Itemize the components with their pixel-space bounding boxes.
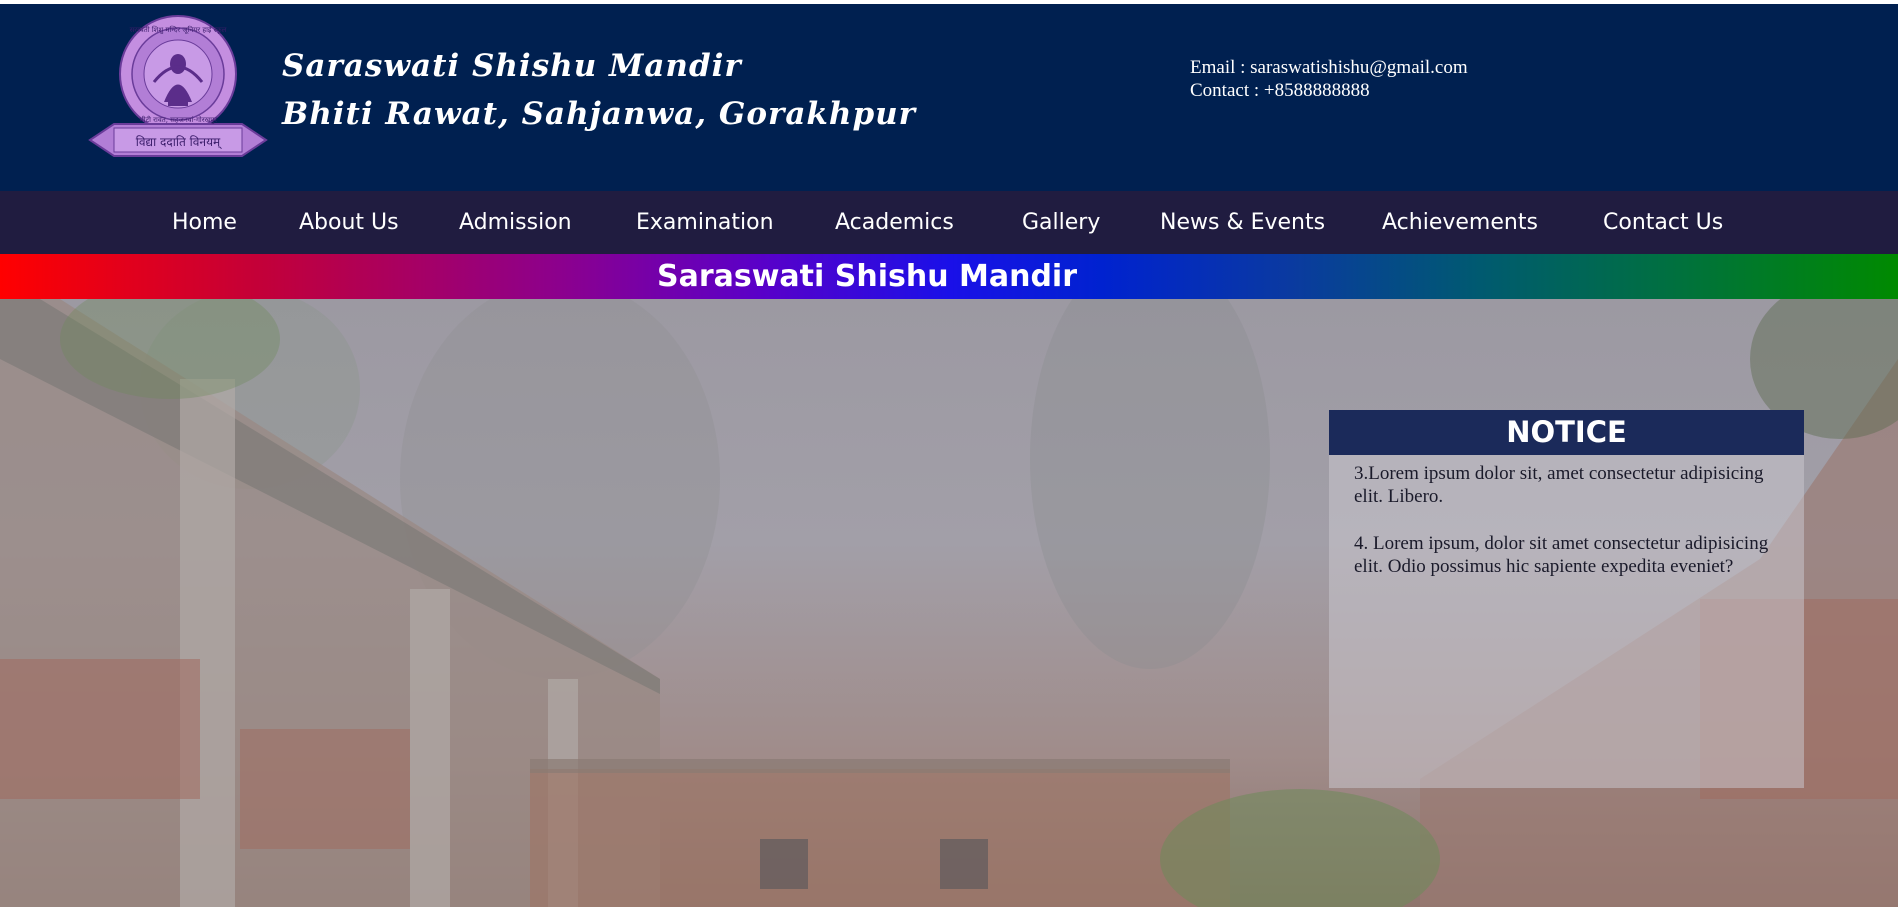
banner-title: Saraswati Shishu Mandir bbox=[656, 259, 1078, 294]
phone-text[interactable]: Contact : +8588888888 bbox=[1190, 79, 1468, 102]
school-name-line1: Saraswati Shishu Mandir bbox=[282, 48, 742, 84]
nav-about-us[interactable]: About Us bbox=[299, 191, 399, 254]
notice-list: 3.Lorem ipsum dolor sit, amet consectetu… bbox=[1354, 462, 1784, 602]
nav-home[interactable]: Home bbox=[172, 191, 237, 254]
logo-bottom-text: भीटी रावत, सहजनवां-गोरखपुर bbox=[139, 115, 217, 124]
contact-info: Email : saraswatishishu@gmail.com Contac… bbox=[1190, 56, 1468, 102]
hero-background: NOTICE 3.Lorem ipsum dolor sit, amet con… bbox=[0, 299, 1898, 907]
nav-achievements[interactable]: Achievements bbox=[1382, 191, 1538, 254]
school-name: Saraswati Shishu Mandir Bhiti Rawat, Sah… bbox=[282, 42, 916, 138]
notice-title: NOTICE bbox=[1329, 410, 1804, 455]
main-nav: Home About Us Admission Examination Acad… bbox=[0, 191, 1898, 254]
school-crest-icon: विद्या ददाति विनयम् सरस्वती शिशु मन्दिर … bbox=[88, 15, 268, 157]
school-logo[interactable]: विद्या ददाति विनयम् सरस्वती शिशु मन्दिर … bbox=[84, 12, 272, 164]
nav-gallery[interactable]: Gallery bbox=[1022, 191, 1100, 254]
school-address-line: Bhiti Rawat, Sahjanwa, Gorakhpur bbox=[282, 96, 916, 132]
notice-item[interactable]: 4. Lorem ipsum, dolor sit amet consectet… bbox=[1354, 532, 1784, 578]
logo-top-text: सरस्वती शिशु मन्दिर जूनियर हाई स्कूल bbox=[130, 25, 227, 34]
nav-admission[interactable]: Admission bbox=[459, 191, 572, 254]
nav-examination[interactable]: Examination bbox=[636, 191, 774, 254]
nav-news-events[interactable]: News & Events bbox=[1160, 191, 1325, 254]
email-text[interactable]: Email : saraswatishishu@gmail.com bbox=[1190, 56, 1468, 79]
logo-motto: विद्या ददाति विनयम् bbox=[136, 135, 222, 150]
notice-panel: NOTICE 3.Lorem ipsum dolor sit, amet con… bbox=[1329, 410, 1804, 788]
nav-contact-us[interactable]: Contact Us bbox=[1603, 191, 1723, 254]
notice-item[interactable]: 3.Lorem ipsum dolor sit, amet consectetu… bbox=[1354, 462, 1784, 508]
nav-academics[interactable]: Academics bbox=[835, 191, 954, 254]
site-header: विद्या ददाति विनयम् सरस्वती शिशु मन्दिर … bbox=[0, 4, 1898, 191]
title-banner: Saraswati Shishu Mandir bbox=[0, 254, 1898, 299]
